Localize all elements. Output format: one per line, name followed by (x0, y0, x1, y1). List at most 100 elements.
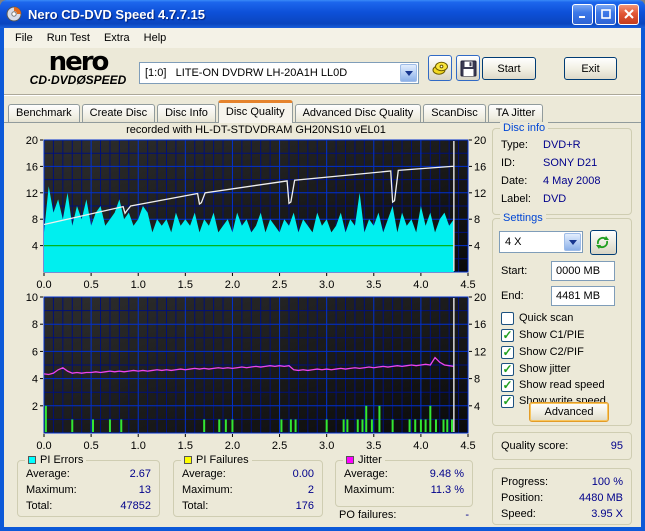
title-bar[interactable]: Nero CD-DVD Speed 4.7.7.15 (0, 0, 645, 28)
speed-select[interactable]: 4 X (499, 231, 583, 253)
checkbox-label: Show read speed (519, 379, 605, 391)
menu-run-test[interactable]: Run Test (40, 30, 97, 46)
checkbox-box[interactable]: ✓ (501, 394, 514, 408)
speed-label: Speed: (501, 508, 536, 520)
svg-text:3.5: 3.5 (366, 279, 381, 290)
menu-extra[interactable]: Extra (97, 30, 137, 46)
pi-errors-total-value: 47852 (120, 500, 151, 512)
checkbox-box[interactable]: ✓ (501, 378, 514, 392)
checkbox-show-c1-pie[interactable]: ✓ Show C1/PIE (501, 328, 584, 342)
pi-errors-maximum-value: 13 (138, 484, 151, 496)
pi-errors-total-label: Total: (26, 500, 53, 512)
pi-errors-average-value: 2.67 (129, 468, 151, 480)
minimize-icon (578, 16, 585, 18)
disc-info-title: Disc info (500, 122, 549, 134)
close-button[interactable] (618, 3, 639, 25)
jitter-maximum-value: 11.3 % (430, 484, 464, 496)
svg-text:0.0: 0.0 (36, 440, 51, 452)
svg-text:3.0: 3.0 (319, 279, 334, 290)
jitter-maximum-label: Maximum: (344, 484, 395, 496)
tab-strip: Benchmark Create Disc Disc Info Disc Qua… (8, 100, 544, 123)
change-disc-button[interactable] (428, 55, 452, 81)
menu-bar: File Run Test Extra Help (4, 28, 641, 48)
svg-text:4: 4 (474, 401, 480, 413)
svg-text:0.0: 0.0 (36, 279, 51, 290)
svg-text:2.0: 2.0 (225, 440, 240, 452)
minimize-button[interactable] (572, 3, 593, 25)
svg-text:4.0: 4.0 (413, 279, 428, 290)
menu-help[interactable]: Help (137, 30, 174, 46)
svg-text:20: 20 (26, 135, 38, 147)
pi-errors-group: PI Errors Average: 2.67 Maximum: 13 Total:… (17, 454, 160, 517)
checkbox-show-read-speed[interactable]: ✓ Show read speed (501, 378, 605, 392)
checkbox-box[interactable]: ✓ (501, 345, 514, 359)
save-button[interactable] (456, 55, 480, 81)
tab-ta-jitter[interactable]: TA Jitter (487, 104, 544, 123)
checkbox-label: Show C1/PIE (519, 329, 585, 341)
svg-text:2: 2 (32, 401, 38, 413)
svg-text:12: 12 (474, 346, 486, 358)
checkbox-box[interactable]: ✓ (501, 328, 514, 342)
jitter-average-label: Average: (344, 468, 388, 480)
disc-date-label: Date: (501, 175, 528, 187)
svg-text:1.0: 1.0 (131, 279, 146, 290)
jitter-group: Jitter Average: 9.48 % Maximum: 11.3 % (335, 454, 473, 507)
progress-label: Progress: (501, 476, 549, 488)
svg-text:10: 10 (26, 292, 38, 304)
svg-text:1.0: 1.0 (131, 440, 146, 452)
progress-value: 100 % (591, 476, 623, 488)
quality-score-value: 95 (610, 440, 623, 452)
checkbox-show-c2-pif[interactable]: ✓ Show C2/PIF (501, 345, 584, 359)
app-icon (6, 6, 22, 22)
start-mb-input[interactable] (551, 261, 615, 281)
pi-failures-maximum-value: 2 (307, 484, 314, 496)
save-icon (460, 60, 476, 76)
checkbox-show-jitter[interactable]: ✓ Show jitter (501, 362, 570, 376)
svg-text:2.5: 2.5 (272, 279, 287, 290)
advanced-button[interactable]: Advanced (529, 402, 609, 422)
pi-failures-group: PI Failures Average: 0.00 Maximum: 2 Total… (173, 454, 323, 517)
checkbox-quick-scan[interactable]: ✓ Quick scan (501, 311, 573, 325)
svg-text:20: 20 (474, 292, 486, 304)
menu-file[interactable]: File (8, 30, 40, 46)
maximize-button[interactable] (595, 3, 616, 25)
pi-failures-maximum-label: Maximum: (182, 484, 233, 496)
svg-text:16: 16 (474, 319, 486, 331)
exit-button[interactable]: Exit (564, 57, 617, 80)
end-mb-input[interactable] (551, 286, 615, 306)
svg-text:6: 6 (32, 346, 38, 358)
jitter-title: Jitter (358, 454, 382, 466)
pi-errors-maximum-label: Maximum: (26, 484, 77, 496)
tab-create-disc[interactable]: Create Disc (81, 104, 156, 123)
svg-text:16: 16 (474, 161, 486, 173)
tab-disc-info[interactable]: Disc Info (157, 104, 216, 123)
pi-failures-total-label: Total: (182, 500, 209, 512)
jitter-legend-icon (346, 456, 354, 464)
pi-failures-average-value: 0.00 (292, 468, 314, 480)
pi-failures-title: PI Failures (196, 454, 249, 466)
tab-advanced-disc-quality[interactable]: Advanced Disc Quality (294, 104, 422, 123)
drive-select[interactable]: [1:0] LITE-ON DVDRW LH-20A1H LL0D (139, 62, 419, 84)
chevron-down-icon[interactable] (564, 233, 581, 251)
po-failures-label: PO failures: (339, 509, 397, 521)
svg-text:3.0: 3.0 (319, 440, 334, 452)
window-title: Nero CD-DVD Speed 4.7.7.15 (28, 6, 206, 22)
pif-jitter-chart: 2 4 6 8 10 4 8 12 16 20 0.0 0.5 1.0 1.5 2.0 2.5 3.0 3.5 4.… (26, 292, 486, 452)
jitter-average-value: 9.48 % (429, 468, 464, 480)
disc-type-label: Type: (501, 139, 528, 151)
refresh-button[interactable] (590, 230, 617, 255)
svg-text:3.5: 3.5 (366, 440, 381, 452)
svg-text:4: 4 (32, 374, 38, 386)
chevron-down-icon[interactable] (400, 64, 417, 82)
checkbox-box[interactable]: ✓ (501, 311, 514, 325)
nero-logo: nero CD·DVDØSPEED (29, 47, 127, 87)
checkbox-box[interactable]: ✓ (501, 362, 514, 376)
pi-failures-average-label: Average: (182, 468, 226, 480)
drive-select-value: [1:0] LITE-ON DVDRW LH-20A1H LL0D (145, 67, 348, 79)
pi-failures-legend-icon (184, 456, 192, 464)
tab-scandisc[interactable]: ScanDisc (423, 104, 486, 123)
tab-benchmark[interactable]: Benchmark (8, 104, 80, 123)
quality-score-group: Quality score: 95 (492, 432, 632, 460)
tab-disc-quality[interactable]: Disc Quality (217, 100, 293, 123)
start-button[interactable]: Start (482, 57, 536, 80)
